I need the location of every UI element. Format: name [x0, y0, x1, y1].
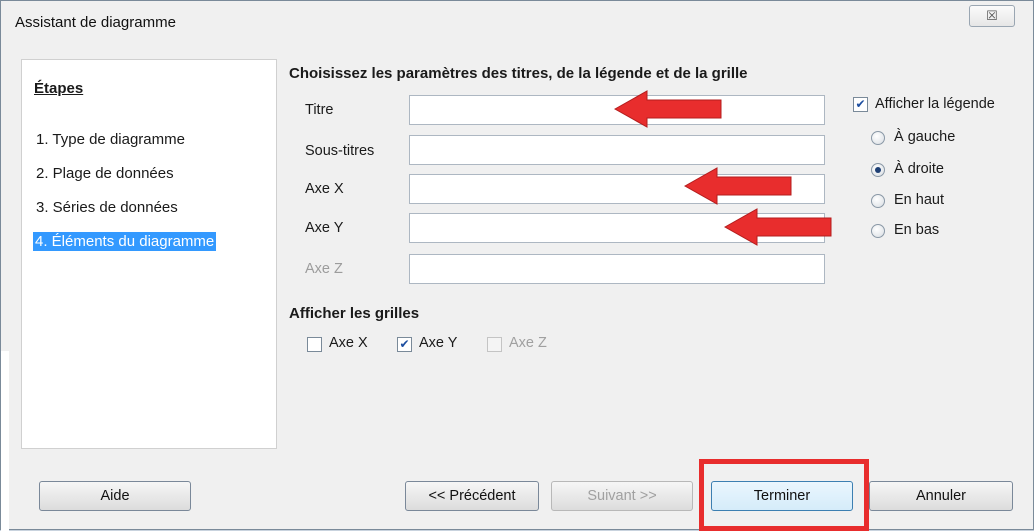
subtitle-input[interactable]: [409, 135, 825, 165]
close-button[interactable]: ☒: [969, 5, 1015, 27]
window-title: Assistant de diagramme: [15, 14, 176, 31]
z-axis-input: [409, 254, 825, 284]
annotation-arrow-icon: [683, 167, 792, 205]
show-legend-label: Afficher la légende: [875, 96, 995, 112]
grid-x-checkbox[interactable]: [307, 337, 322, 352]
grids-heading: Afficher les grilles: [289, 305, 420, 322]
legend-top-radio[interactable]: [871, 194, 885, 208]
subtitle-label: Sous-titres: [305, 143, 375, 159]
legend-left-radio[interactable]: [871, 131, 885, 145]
y-axis-label: Axe Y: [305, 220, 344, 236]
grid-z-label: Axe Z: [509, 335, 547, 351]
show-legend-checkbox[interactable]: ✔: [853, 97, 868, 112]
step-data-series[interactable]: 3. Séries de données: [34, 198, 180, 217]
steps-panel: Étapes 1. Type de diagramme 2. Plage de …: [21, 59, 277, 449]
step-data-range[interactable]: 2. Plage de données: [34, 164, 176, 183]
annotation-arrow-icon: [723, 208, 832, 246]
legend-right-label: À droite: [894, 161, 944, 177]
legend-right-radio[interactable]: [871, 163, 885, 177]
legend-bottom-radio[interactable]: [871, 224, 885, 238]
step-chart-elements[interactable]: 4. Éléments du diagramme: [33, 232, 217, 251]
next-button: Suivant >>: [551, 481, 693, 511]
x-axis-label: Axe X: [305, 181, 344, 197]
grid-y-label: Axe Y: [419, 335, 458, 351]
cancel-button[interactable]: Annuler: [869, 481, 1013, 511]
titles-heading: Choisissez les paramètres des titres, de…: [289, 65, 748, 82]
background-strip: [1, 351, 9, 531]
previous-button[interactable]: << Précédent: [405, 481, 539, 511]
legend-top-label: En haut: [894, 192, 944, 208]
annotation-arrow-icon: [613, 90, 722, 128]
annotation-highlight-box: [699, 459, 869, 531]
close-icon: ☒: [986, 8, 998, 23]
title-bar: Assistant de diagramme ☒: [1, 1, 1033, 41]
legend-left-label: À gauche: [894, 129, 956, 145]
title-label: Titre: [305, 102, 334, 118]
grid-z-checkbox: [487, 337, 502, 352]
steps-title: Étapes: [34, 80, 84, 97]
step-chart-type[interactable]: 1. Type de diagramme: [34, 130, 187, 149]
chart-wizard-dialog: Assistant de diagramme ☒ Étapes 1. Type …: [0, 0, 1034, 531]
z-axis-label: Axe Z: [305, 261, 343, 277]
help-button[interactable]: Aide: [39, 481, 191, 511]
legend-bottom-label: En bas: [894, 222, 940, 238]
grid-y-checkbox[interactable]: ✔: [397, 337, 412, 352]
grid-x-label: Axe X: [329, 335, 368, 351]
